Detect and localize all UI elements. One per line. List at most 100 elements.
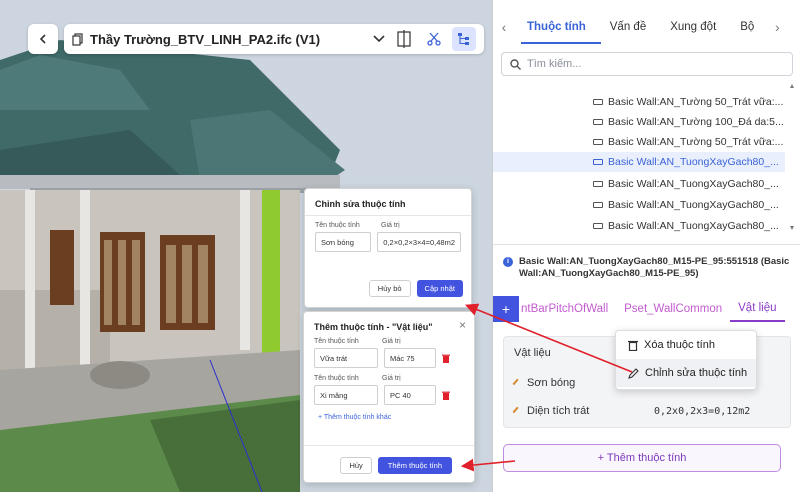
add-another-property-link[interactable]: + Thêm thuộc tính khác bbox=[304, 408, 474, 427]
pset-tab[interactable]: Pset_WallCommon bbox=[616, 296, 730, 322]
dialog-actions: Hủy bỏ Cập nhật bbox=[368, 280, 463, 297]
field-row: Xi măng PC 40 bbox=[304, 382, 474, 408]
property-name-label: Tên thuộc tính bbox=[315, 222, 360, 229]
scissors-icon bbox=[427, 32, 441, 46]
element-info-text: Basic Wall:AN_TuongXayGach80_M15-PE_95:5… bbox=[519, 256, 790, 279]
section-box-button[interactable] bbox=[392, 27, 416, 51]
chevron-left-icon[interactable]: ‹ bbox=[493, 19, 515, 35]
delete-property-menu-item[interactable]: Xóa thuộc tính bbox=[616, 331, 756, 359]
property-name-input[interactable]: Xi măng bbox=[314, 385, 378, 405]
menu-item-label: Xóa thuộc tính bbox=[644, 339, 715, 351]
wall-icon bbox=[593, 119, 603, 125]
tree-item-selected[interactable]: Basic Wall:AN_TuongXayGach80_... bbox=[493, 152, 785, 172]
add-property-submit-button[interactable]: Thêm thuộc tính bbox=[377, 457, 452, 474]
tree-item-label: Basic Wall:AN_TuongXayGach80_... bbox=[608, 178, 779, 190]
property-value-input[interactable]: 0,2×0,2×3×4=0,48m2 bbox=[377, 232, 461, 252]
delete-row-button[interactable] bbox=[442, 391, 450, 400]
field-labels: Tên thuộc tính Giá trị bbox=[305, 222, 471, 229]
dialog-actions: Hủy Thêm thuộc tính bbox=[340, 457, 452, 474]
section-box-icon bbox=[397, 30, 411, 48]
wall-icon bbox=[593, 159, 603, 165]
delete-row-button[interactable] bbox=[442, 354, 450, 363]
tree-item[interactable]: Basic Wall:AN_TuongXayGach80_... bbox=[593, 174, 783, 194]
add-property-dialog: Thêm thuộc tính - "Vật liệu" × Tên thuộc… bbox=[303, 311, 475, 483]
tab-issues[interactable]: Vấn đề bbox=[598, 12, 658, 42]
property-name-input[interactable]: Vữa trát bbox=[314, 348, 378, 368]
tree-item-label: Basic Wall:AN_Tường 50_Trát vữa:... bbox=[608, 96, 783, 108]
pencil-icon bbox=[512, 406, 523, 416]
cancel-button[interactable]: Hủy bbox=[340, 457, 372, 474]
model-viewport[interactable]: Thầy Trường_BTV_LINH_PA2.ifc (V1) Chỉnh … bbox=[0, 0, 492, 492]
edit-property-menu-item[interactable]: Chỉnh sửa thuộc tính bbox=[616, 359, 756, 387]
property-value: 0,2x0,2x3=0,12m2 bbox=[654, 405, 751, 417]
table-row[interactable]: Diện tích trát 0,2x0,2x3=0,12m2 bbox=[504, 397, 792, 425]
tree-item[interactable]: Basic Wall:AN_TuongXayGach80_... bbox=[593, 216, 783, 236]
viewer-toolbar: Thầy Trường_BTV_LINH_PA2.ifc (V1) bbox=[28, 24, 484, 54]
info-icon: i bbox=[503, 257, 513, 267]
wall-icon bbox=[593, 223, 603, 229]
panel-tabs: ‹ Thuộc tính Vấn đề Xung đột Bộ › bbox=[493, 12, 800, 42]
tree-scrollbar[interactable] bbox=[790, 82, 794, 232]
tree-item[interactable]: Basic Wall:AN_Tường 50_Trát vữa:... bbox=[593, 132, 783, 152]
tree-icon bbox=[458, 33, 469, 45]
chevron-down-icon[interactable] bbox=[372, 34, 386, 44]
property-name-input[interactable]: Sơn bóng bbox=[315, 232, 372, 252]
active-tab-indicator bbox=[521, 42, 601, 44]
dialog-title: Thêm thuộc tính - "Vật liệu" bbox=[314, 322, 433, 332]
tree-item-label: Basic Wall:AN_Tường 100_Đá da:5... bbox=[608, 116, 783, 128]
back-button[interactable] bbox=[28, 24, 58, 54]
file-name: Thầy Trường_BTV_LINH_PA2.ifc (V1) bbox=[90, 31, 321, 47]
tab-sets[interactable]: Bộ bbox=[728, 12, 766, 42]
property-value-label: Giá trị bbox=[382, 375, 401, 382]
tab-properties[interactable]: Thuộc tính bbox=[515, 12, 598, 42]
cancel-button[interactable]: Hủy bỏ bbox=[368, 280, 411, 297]
property-value-label: Giá trị bbox=[381, 222, 400, 229]
cut-tool-button[interactable] bbox=[422, 27, 446, 51]
tree-item[interactable]: Basic Wall:AN_Tường 100_Đá da:5... bbox=[593, 112, 783, 132]
field-labels: Tên thuộc tính Giá trị bbox=[304, 375, 474, 382]
add-pset-button[interactable]: + bbox=[493, 296, 519, 322]
property-name-label: Tên thuộc tính bbox=[314, 338, 359, 345]
chevron-right-icon[interactable]: › bbox=[766, 19, 788, 35]
dialog-title: Chỉnh sửa thuộc tính bbox=[315, 199, 406, 209]
divider bbox=[493, 244, 800, 245]
search-icon bbox=[510, 58, 521, 70]
properties-panel: ‹ Thuộc tính Vấn đề Xung đột Bộ › Tìm ki… bbox=[492, 0, 800, 492]
property-set-tabs: + ntBarPitchOfWall Pset_WallCommon Vật l… bbox=[493, 296, 800, 322]
divider bbox=[305, 215, 471, 216]
model-tree-button[interactable] bbox=[452, 27, 476, 51]
property-value-label: Giá trị bbox=[382, 338, 401, 345]
wall-icon bbox=[593, 181, 603, 187]
tree-item[interactable]: Basic Wall:AN_TuongXayGach80_... bbox=[593, 195, 783, 215]
tree-item[interactable]: Basic Wall:AN_Tường 50_Trát vữa:... bbox=[593, 92, 783, 112]
wall-icon bbox=[593, 99, 603, 105]
search-input[interactable]: Tìm kiếm... bbox=[501, 52, 793, 76]
copy-icon bbox=[72, 32, 83, 46]
property-context-menu: Xóa thuộc tính Chỉnh sửa thuộc tính bbox=[615, 330, 757, 390]
update-button[interactable]: Cập nhật bbox=[416, 280, 463, 297]
pset-tab-active[interactable]: Vật liệu bbox=[730, 296, 785, 322]
pencil-icon bbox=[628, 367, 639, 379]
add-property-button[interactable]: + Thêm thuộc tính bbox=[503, 444, 781, 472]
edit-property-dialog: Chỉnh sửa thuộc tính Tên thuộc tính Giá … bbox=[304, 188, 472, 308]
close-icon[interactable]: × bbox=[459, 318, 466, 332]
model-tree: Basic Wall:AN_Tường 50_Trát vữa:... Basi… bbox=[493, 82, 800, 240]
menu-item-label: Chỉnh sửa thuộc tính bbox=[645, 367, 748, 379]
search-placeholder: Tìm kiếm... bbox=[527, 58, 582, 70]
wall-icon bbox=[593, 139, 603, 145]
tree-item-label: Basic Wall:AN_TuongXayGach80_... bbox=[608, 156, 779, 168]
property-value-input[interactable]: Mác 75 bbox=[384, 348, 436, 368]
file-selector[interactable]: Thầy Trường_BTV_LINH_PA2.ifc (V1) bbox=[64, 24, 484, 54]
tree-item-label: Basic Wall:AN_TuongXayGach80_... bbox=[608, 220, 779, 232]
property-name-label: Tên thuộc tính bbox=[314, 375, 359, 382]
tab-clashes[interactable]: Xung đột bbox=[658, 12, 728, 42]
element-info: i Basic Wall:AN_TuongXayGach80_M15-PE_95… bbox=[503, 256, 795, 280]
property-value-input[interactable]: PC 40 bbox=[384, 385, 436, 405]
pset-tab[interactable]: ntBarPitchOfWall bbox=[519, 296, 616, 322]
trash-icon bbox=[628, 340, 638, 351]
tree-item-label: Basic Wall:AN_TuongXayGach80_... bbox=[608, 199, 779, 211]
field-row: Sơn bóng 0,2×0,2×3×4=0,48m2 bbox=[305, 229, 471, 255]
trash-icon bbox=[442, 354, 450, 363]
property-name-text: Diện tích trát bbox=[527, 405, 590, 417]
property-name-text: Sơn bóng bbox=[527, 377, 576, 389]
